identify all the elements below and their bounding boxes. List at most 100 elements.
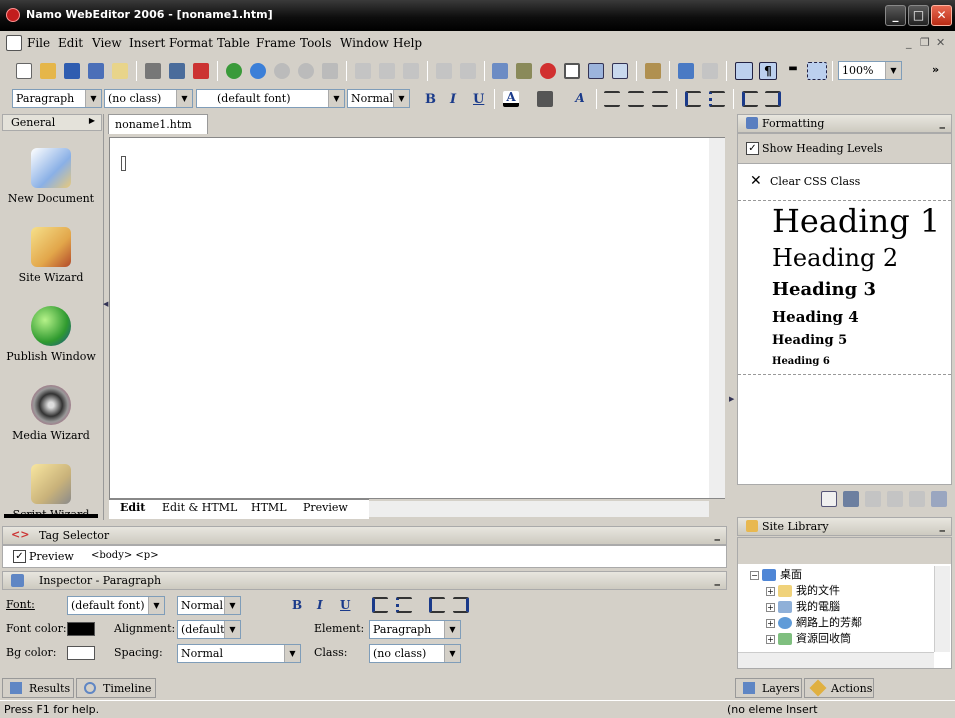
tab-edit[interactable]: Edit — [120, 501, 145, 514]
font-color-icon[interactable]: A — [503, 91, 519, 107]
collapse-icon[interactable]: − — [750, 570, 759, 580]
underline-button[interactable]: U — [473, 92, 484, 107]
alignment-select[interactable]: (default) ▼ — [177, 620, 241, 639]
spell-check-icon[interactable] — [193, 63, 209, 79]
heading-6-style[interactable]: Heading 6 — [772, 356, 830, 367]
toolbar-overflow-icon[interactable]: » — [932, 63, 939, 76]
media-wizard-button[interactable]: Media Wizard — [0, 385, 102, 442]
publish-window-button[interactable]: Publish Window — [0, 306, 102, 363]
bg-color-swatch[interactable] — [67, 646, 95, 660]
inspector-header[interactable]: Inspector - Paragraph _ — [2, 571, 727, 590]
editor-vertical-scrollbar[interactable] — [709, 138, 725, 498]
tree-vertical-scrollbar[interactable] — [934, 566, 950, 652]
clear-css-icon[interactable]: ✕ — [750, 173, 762, 189]
menu-help[interactable]: Help — [393, 36, 422, 50]
element-select[interactable]: Paragraph ▼ — [369, 620, 461, 639]
clear-format-icon[interactable]: A — [572, 91, 588, 107]
insert-frame-icon[interactable] — [612, 63, 628, 79]
tag-path[interactable]: <body> <p> — [91, 550, 159, 561]
expand-icon[interactable]: + — [766, 618, 775, 628]
site-wizard-button[interactable]: Site Wizard — [0, 227, 102, 284]
close-button[interactable]: ✕ — [931, 5, 952, 26]
align-left-icon[interactable] — [604, 91, 620, 107]
heading-2-style[interactable]: Heading 2 — [772, 244, 898, 272]
wizard-icon[interactable] — [645, 63, 661, 79]
indent-icon[interactable] — [453, 597, 469, 613]
mdi-close-icon[interactable]: ✕ — [936, 36, 945, 49]
menu-tools[interactable]: Tools — [300, 36, 332, 50]
panel-minimize-icon[interactable]: _ — [940, 116, 946, 129]
formatting-panel-header[interactable]: Formatting _ — [737, 114, 952, 133]
tab-html[interactable]: HTML — [251, 501, 287, 514]
tree-item-network[interactable]: + 網路上的芳鄰 — [766, 614, 862, 630]
italic-button[interactable]: I — [450, 92, 456, 107]
css-class-select[interactable]: (no class) ▼ — [104, 89, 193, 108]
panel-minimize-icon[interactable]: _ — [940, 519, 946, 532]
heading-4-style[interactable]: Heading 4 — [772, 308, 859, 326]
panel-header-general[interactable]: General ▶ — [2, 114, 102, 131]
tree-item-recycle-bin[interactable]: + 資源回收筒 — [766, 630, 851, 646]
indent-icon[interactable] — [765, 91, 781, 107]
bullet-list-icon[interactable] — [396, 597, 412, 613]
font-select[interactable]: (default font) ▼ — [196, 89, 345, 108]
font-size-select[interactable]: Normal ▼ — [347, 89, 410, 108]
align-center-icon[interactable] — [628, 91, 644, 107]
show-heading-levels-checkbox[interactable]: ✓ — [746, 142, 759, 155]
collapse-left-icon[interactable]: ◀ — [103, 300, 108, 330]
panel-minimize-icon[interactable]: _ — [715, 528, 721, 541]
inspector-bold-button[interactable]: B — [292, 598, 302, 612]
print-preview-icon[interactable] — [169, 63, 185, 79]
open-icon[interactable] — [40, 63, 56, 79]
inspector-size-select[interactable]: Normal ▼ — [177, 596, 241, 615]
app-icon[interactable] — [6, 8, 20, 22]
collapse-right-icon[interactable]: ▶ — [729, 395, 734, 403]
maximize-button[interactable]: □ — [908, 5, 929, 26]
menu-format[interactable]: Format — [169, 36, 213, 50]
menu-file[interactable]: File — [27, 36, 50, 50]
tree-item-my-documents[interactable]: + 我的文件 — [766, 582, 840, 598]
new-document-button[interactable]: New Document — [0, 148, 102, 205]
site-library-header[interactable]: Site Library _ — [737, 517, 952, 536]
highlight-color-icon[interactable] — [537, 91, 553, 107]
minimize-button[interactable]: _ — [885, 5, 906, 26]
panel-minimize-icon[interactable]: _ — [715, 573, 721, 586]
hyperlink-icon[interactable] — [678, 63, 694, 79]
document-icon[interactable] — [6, 35, 22, 51]
insert-layer-icon[interactable] — [588, 63, 604, 79]
tree-horizontal-scrollbar[interactable] — [738, 652, 934, 668]
layer-borders-icon[interactable] — [807, 62, 827, 80]
grid-icon[interactable] — [735, 62, 753, 80]
save-all-icon[interactable] — [88, 63, 104, 79]
expand-icon[interactable]: + — [766, 602, 775, 612]
publish-icon[interactable] — [226, 63, 242, 79]
document-tab[interactable]: noname1.htm — [108, 114, 208, 134]
browser-preview-icon[interactable] — [250, 63, 266, 79]
tab-layers[interactable]: Layers — [735, 678, 802, 698]
script-wizard-button[interactable]: Script Wizard — [0, 464, 102, 516]
edit-style-icon[interactable] — [843, 491, 859, 507]
editor-horizontal-scrollbar[interactable] — [369, 501, 709, 517]
tab-results[interactable]: Results — [2, 678, 74, 698]
insert-table-icon[interactable] — [564, 63, 580, 79]
inspector-italic-button[interactable]: I — [317, 598, 323, 612]
align-right-icon[interactable] — [652, 91, 668, 107]
insert-form-icon[interactable] — [516, 63, 532, 79]
save-icon[interactable] — [64, 63, 80, 79]
tree-item-desktop[interactable]: − 桌面 — [750, 566, 802, 582]
paragraph-marks-icon[interactable]: ¶ — [759, 62, 777, 80]
bold-button[interactable]: B — [425, 92, 436, 107]
tree-item-my-computer[interactable]: + 我的電腦 — [766, 598, 840, 614]
spacing-select[interactable]: Normal ▼ — [177, 644, 301, 663]
insert-image-icon[interactable] — [492, 63, 508, 79]
menu-table[interactable]: Table — [217, 36, 250, 50]
inspector-font-select[interactable]: (default font) ▼ — [67, 596, 165, 615]
class-select[interactable]: (no class) ▼ — [369, 644, 461, 663]
heading-1-style[interactable]: Heading 1 — [772, 202, 940, 240]
heading-5-style[interactable]: Heading 5 — [772, 333, 847, 348]
menu-edit[interactable]: Edit — [58, 36, 83, 50]
tab-preview[interactable]: Preview — [303, 501, 348, 514]
menu-window[interactable]: Window — [340, 36, 389, 50]
new-style-icon[interactable] — [821, 491, 837, 507]
tab-actions[interactable]: Actions — [804, 678, 874, 698]
outdent-icon[interactable] — [742, 91, 758, 107]
